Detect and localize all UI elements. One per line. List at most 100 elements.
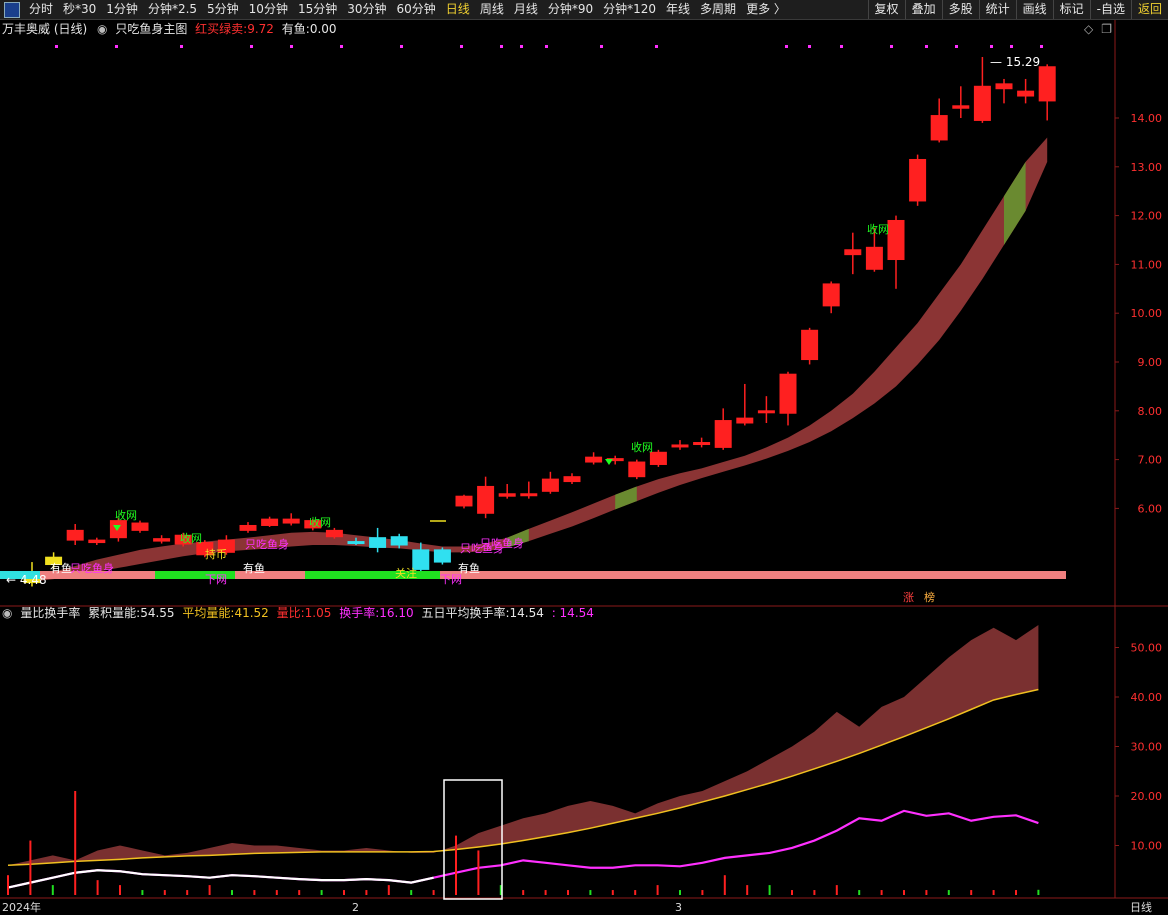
sub-tick-label: 10.00 bbox=[1131, 840, 1163, 853]
x-axis-label: 3 bbox=[675, 901, 682, 914]
candle-body bbox=[714, 420, 732, 448]
signal-dot bbox=[955, 45, 958, 48]
signal-dot bbox=[290, 45, 293, 48]
signal-dot bbox=[808, 45, 811, 48]
high-price-label: — 15.29 bbox=[990, 55, 1040, 69]
band-green-segment bbox=[615, 486, 637, 510]
chart-canvas[interactable]: 14.00 13.00 12.00 11.00 10.00 9.00 8.00 7.00 6.0… bbox=[0, 0, 1168, 915]
price-tick-label: 7.00 bbox=[1138, 454, 1163, 467]
candle-body bbox=[477, 485, 495, 514]
candle-body bbox=[88, 539, 106, 544]
annotation-zhichi: 只吃鱼身 bbox=[245, 537, 289, 551]
signal-dot bbox=[925, 45, 928, 48]
price-tick-label: 10.00 bbox=[1131, 307, 1163, 320]
candle-body bbox=[628, 461, 646, 478]
price-tick-label: 8.00 bbox=[1138, 405, 1163, 418]
candle-body bbox=[1017, 90, 1035, 97]
candle-body bbox=[671, 444, 689, 448]
signal-dot bbox=[890, 45, 893, 48]
annotation-guanzhu: 关注 bbox=[395, 566, 417, 580]
candle-body bbox=[563, 476, 581, 483]
annotation-youyu: 有鱼 bbox=[50, 561, 72, 575]
candle-body bbox=[779, 373, 797, 414]
candle-body bbox=[66, 529, 84, 541]
signal-dot bbox=[500, 45, 503, 48]
low-price-label: ← 4.48 bbox=[6, 573, 47, 587]
annotation-shouwang: 收网 bbox=[631, 440, 653, 454]
candle-body bbox=[325, 529, 343, 538]
annotation-zhichi: 只吃鱼身 bbox=[480, 536, 524, 550]
badge-bang: 榜 bbox=[924, 590, 935, 604]
candle-body bbox=[282, 518, 300, 524]
signal-dot bbox=[1040, 45, 1043, 48]
band-green-segment bbox=[1004, 161, 1026, 245]
price-tick-label: 9.00 bbox=[1138, 356, 1163, 369]
signal-dot bbox=[1010, 45, 1013, 48]
signal-dot bbox=[655, 45, 658, 48]
candle-body bbox=[498, 493, 516, 497]
signal-dot bbox=[55, 45, 58, 48]
candle-body bbox=[844, 249, 862, 256]
turnover-line-white bbox=[7, 869, 434, 889]
price-tick-label: 12.00 bbox=[1131, 210, 1163, 223]
status-strip-green bbox=[305, 571, 440, 579]
sub-tick-label: 30.00 bbox=[1131, 741, 1163, 754]
annotation-shouwang: 收网 bbox=[180, 531, 202, 545]
candle-body bbox=[649, 451, 667, 465]
signal-dot bbox=[340, 45, 343, 48]
annotation-shouwang: 收网 bbox=[115, 508, 137, 522]
signal-dot bbox=[460, 45, 463, 48]
candle-body bbox=[239, 524, 257, 531]
x-axis-label: 2024年 bbox=[2, 900, 41, 914]
annotation-zhichi: 只吃鱼身 bbox=[70, 561, 114, 575]
signal-dot bbox=[600, 45, 603, 48]
candle-body bbox=[153, 538, 171, 542]
annotation-shouwang: 收网 bbox=[867, 222, 889, 236]
signal-dot bbox=[115, 45, 118, 48]
candle-body bbox=[693, 442, 711, 446]
trend-band bbox=[32, 137, 1048, 582]
price-tick-label: 6.00 bbox=[1138, 502, 1163, 515]
annotation-youyu: 有鱼 bbox=[458, 561, 480, 575]
candle-body bbox=[865, 246, 883, 270]
x-period-label: 日线 bbox=[1130, 900, 1152, 914]
signal-dot bbox=[990, 45, 993, 48]
candle-body bbox=[390, 536, 408, 546]
signal-dot bbox=[785, 45, 788, 48]
sub-tick-label: 50.00 bbox=[1131, 642, 1163, 655]
candle-body bbox=[520, 493, 538, 497]
signal-dot bbox=[840, 45, 843, 48]
candle-body bbox=[995, 83, 1013, 90]
annotation-chibi: 持币 bbox=[205, 547, 227, 561]
down-arrow-icon bbox=[605, 459, 613, 465]
candle-body bbox=[1038, 66, 1056, 102]
candle-body bbox=[455, 495, 473, 507]
signal-dot bbox=[520, 45, 523, 48]
candle-body bbox=[541, 478, 559, 492]
signal-dot bbox=[180, 45, 183, 48]
candle-body bbox=[909, 158, 927, 202]
sub-tick-label: 20.00 bbox=[1131, 790, 1163, 803]
candle-body bbox=[369, 537, 387, 548]
candle-body bbox=[973, 85, 991, 121]
signal-dot bbox=[250, 45, 253, 48]
candle-body bbox=[585, 456, 603, 463]
candle-body bbox=[801, 329, 819, 361]
candle-body bbox=[109, 520, 127, 539]
candle-body bbox=[736, 417, 754, 424]
signal-dot bbox=[545, 45, 548, 48]
annotation-shouwang: 收网 bbox=[309, 515, 331, 529]
annotation-youyu: 有鱼 bbox=[243, 561, 265, 575]
candle-body bbox=[131, 522, 149, 531]
candle-body bbox=[887, 219, 905, 261]
x-axis-label: 2 bbox=[352, 901, 359, 914]
price-tick-label: 11.00 bbox=[1131, 258, 1163, 271]
candle-body bbox=[822, 283, 840, 307]
candle-body bbox=[261, 518, 279, 526]
price-tick-label: 14.00 bbox=[1131, 112, 1163, 125]
candle-body bbox=[757, 410, 775, 414]
badge-zhang: 涨 bbox=[903, 591, 914, 604]
signal-dot bbox=[400, 45, 403, 48]
candle-body bbox=[952, 105, 970, 109]
candle-body bbox=[433, 549, 451, 563]
